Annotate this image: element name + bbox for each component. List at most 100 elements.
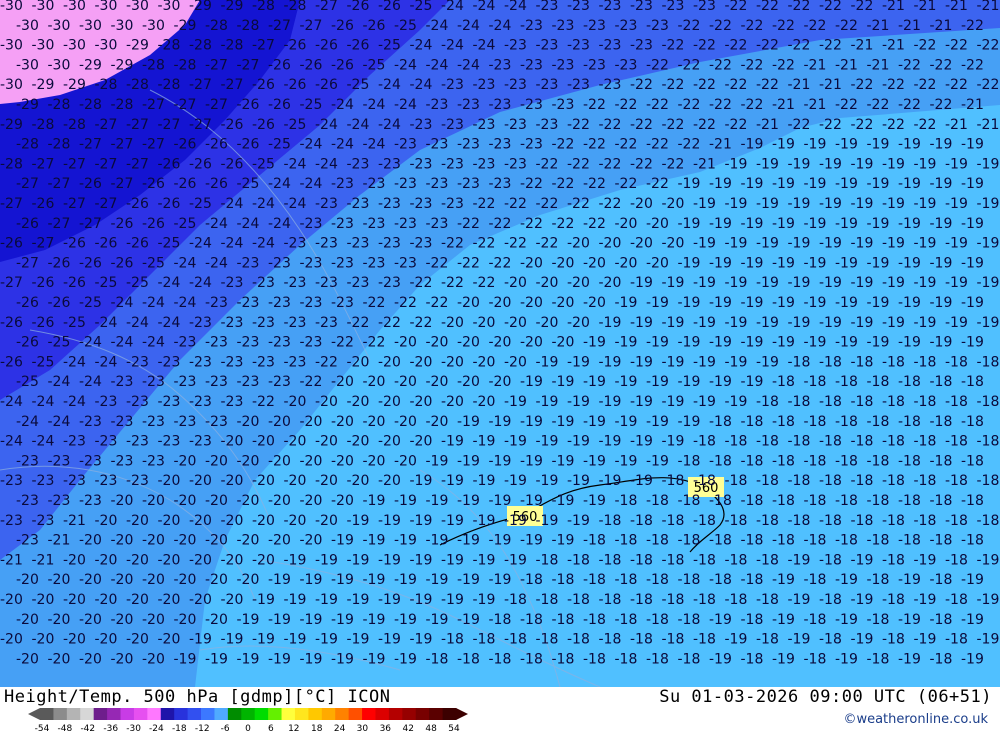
temperature-label: -19 — [835, 335, 858, 351]
temperature-label: -23 — [552, 18, 575, 34]
temperature-label: -26 — [268, 57, 291, 73]
temperature-label: -19 — [457, 414, 480, 430]
temperature-label: -20 — [142, 533, 165, 549]
temperature-label: -29 — [32, 77, 55, 93]
temperature-label: -22 — [851, 0, 874, 14]
scale-tick-label: -6 — [221, 724, 230, 733]
temperature-label: -19 — [804, 137, 827, 153]
temperature-label: -19 — [394, 493, 417, 509]
temperature-label: -23 — [252, 275, 275, 291]
temperature-label: -19 — [930, 216, 953, 232]
temperature-label: -20 — [63, 632, 86, 648]
temperature-label: -27 — [174, 97, 197, 113]
temperature-label: -18 — [835, 533, 858, 549]
temperature-label: -19 — [835, 137, 858, 153]
temperature-label: -19 — [331, 612, 354, 628]
temperature-label: -23 — [237, 295, 260, 311]
temperature-label: -22 — [977, 77, 1000, 93]
temperature-label: -23 — [441, 156, 464, 172]
temperature-label: -19 — [378, 632, 401, 648]
temperature-label: -21 — [867, 18, 890, 34]
temperature-label: -22 — [693, 117, 716, 133]
temperature-label: -20 — [520, 335, 543, 351]
temperature-label: -19 — [662, 434, 685, 450]
temperature-label: -23 — [567, 77, 590, 93]
temperature-label: -22 — [898, 97, 921, 113]
temperature-label: -26 — [347, 38, 370, 54]
temperature-label: -21 — [32, 552, 55, 568]
temperature-label: -26 — [284, 38, 307, 54]
temperature-label: -28 — [221, 38, 244, 54]
temperature-label: -20 — [111, 533, 134, 549]
temperature-label: -20 — [363, 374, 386, 390]
temperature-label: -18 — [662, 513, 685, 529]
temperature-label: -20 — [504, 275, 527, 291]
temperature-label: -19 — [536, 473, 559, 489]
temperature-label: -23 — [410, 196, 433, 212]
temperature-label: -23 — [552, 57, 575, 73]
temperature-label: -26 — [205, 137, 228, 153]
temperature-label: -19 — [741, 335, 764, 351]
scale-tick-label: -48 — [58, 724, 73, 733]
temperature-label: -19 — [394, 612, 417, 628]
temperature-label: -26 — [111, 255, 134, 271]
temperature-label: -19 — [835, 216, 858, 232]
temperature-label: -23 — [0, 513, 23, 529]
scale-swatch — [66, 708, 81, 720]
scale-arrow-high — [456, 708, 468, 720]
temperature-label: -27 — [189, 117, 212, 133]
temperature-label: -22 — [583, 97, 606, 113]
temperature-label: -19 — [961, 255, 984, 271]
temperature-label: -18 — [804, 453, 827, 469]
temperature-label: -20 — [567, 315, 590, 331]
temperature-label: -19 — [961, 137, 984, 153]
temperature-label: -26 — [126, 196, 149, 212]
temperature-label: -18 — [914, 513, 937, 529]
temperature-label: -24 — [32, 394, 55, 410]
temperature-label: -19 — [788, 196, 811, 212]
temperature-label: -18 — [756, 592, 779, 608]
scale-swatch — [241, 708, 256, 720]
temperature-label: -26 — [284, 77, 307, 93]
temperature-label: -18 — [615, 612, 638, 628]
temperature-label: -19 — [504, 552, 527, 568]
temperature-label: -18 — [678, 612, 701, 628]
temperature-label: -28 — [111, 97, 134, 113]
temperature-label: -23 — [126, 394, 149, 410]
temperature-label: -26 — [174, 176, 197, 192]
temperature-label: -20 — [142, 651, 165, 667]
temperature-label: -18 — [772, 414, 795, 430]
temperature-label: -22 — [599, 196, 622, 212]
temperature-label: -23 — [441, 117, 464, 133]
scale-swatch — [375, 708, 390, 720]
temperature-label: -20 — [646, 255, 669, 271]
temperature-label: -19 — [709, 255, 732, 271]
temperature-label: -20 — [48, 572, 71, 588]
temperature-label: -19 — [300, 572, 323, 588]
temperature-label: -23 — [567, 0, 590, 14]
temperature-label: -18 — [819, 632, 842, 648]
temperature-label: -23 — [174, 414, 197, 430]
temperature-label: -21 — [693, 156, 716, 172]
temperature-label: -27 — [95, 117, 118, 133]
temperature-label: -20 — [536, 275, 559, 291]
temperature-label: -26 — [363, 18, 386, 34]
temperature-label: -30 — [16, 18, 39, 34]
temperature-label: -18 — [851, 434, 874, 450]
credit-link[interactable]: ©weatheronline.co.uk — [843, 712, 988, 727]
temperature-label: -26 — [237, 97, 260, 113]
temperature-label: -19 — [536, 434, 559, 450]
temperature-label: -23 — [221, 275, 244, 291]
temperature-label: -18 — [599, 513, 622, 529]
temperature-label: -19 — [567, 473, 590, 489]
temperature-label: -23 — [615, 57, 638, 73]
temperature-label: -19 — [615, 295, 638, 311]
temperature-label: -19 — [662, 315, 685, 331]
temperature-label: -26 — [142, 216, 165, 232]
temperature-label: -27 — [221, 77, 244, 93]
temperature-label: -26 — [111, 216, 134, 232]
temperature-label: -18 — [804, 374, 827, 390]
temperature-label: -18 — [741, 533, 764, 549]
temperature-label: -29 — [174, 18, 197, 34]
temperature-label: -19 — [347, 513, 370, 529]
